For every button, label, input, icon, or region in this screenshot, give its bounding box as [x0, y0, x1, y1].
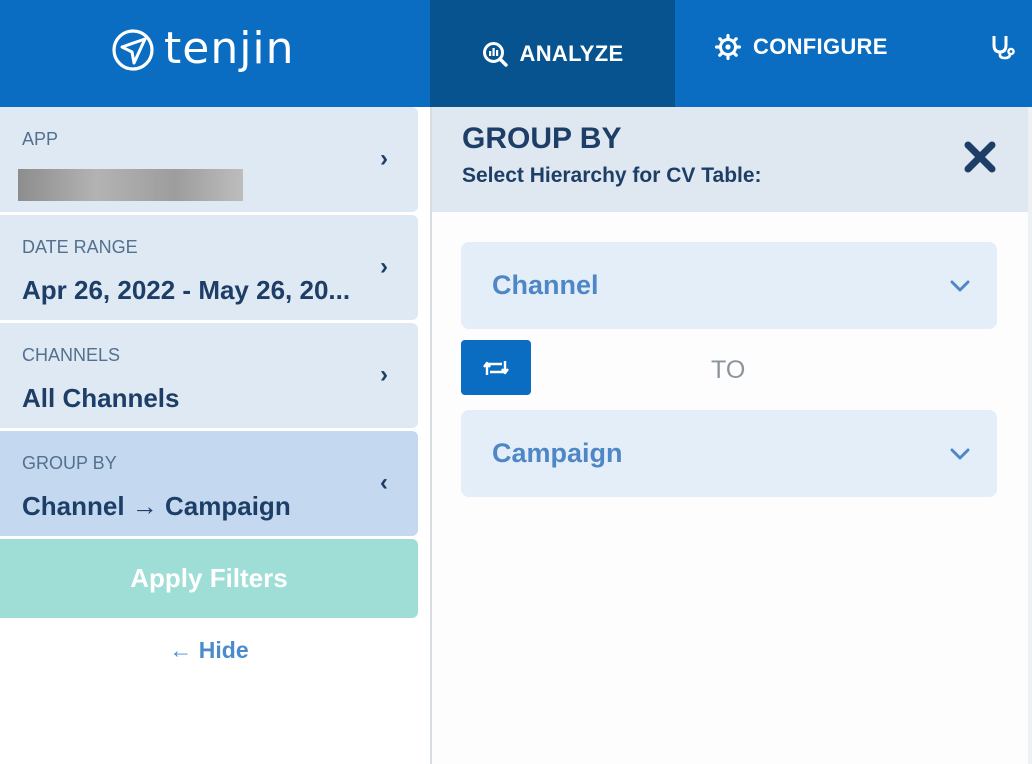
- analyze-icon: [482, 41, 508, 67]
- swap-hierarchy-button[interactable]: [461, 340, 531, 395]
- tenjin-logo[interactable]: tenjin: [110, 20, 295, 80]
- chevron-right-icon: ›: [380, 361, 388, 388]
- filter-channels-label: CHANNELS: [22, 345, 121, 365]
- redacted-app-name: [18, 169, 243, 201]
- content-edge: [1028, 107, 1032, 764]
- nav-diagnostics[interactable]: [990, 0, 1028, 94]
- chevron-down-icon: [950, 280, 970, 292]
- gear-icon: [715, 34, 741, 60]
- first-level-dropdown[interactable]: Channel: [461, 242, 997, 329]
- filter-group-by[interactable]: GROUP BY Channel → Campaign ‹: [0, 431, 418, 536]
- nav-analyze-label: ANALYZE: [519, 40, 624, 66]
- filter-app-label: APP: [22, 129, 59, 149]
- tenjin-logo-icon: [112, 29, 154, 71]
- filter-channels-value: All Channels: [22, 383, 180, 413]
- stethoscope-icon: [992, 36, 1015, 60]
- group-by-panel-header: GROUP BY Select Hierarchy for CV Table:: [432, 107, 1028, 212]
- filter-channels[interactable]: CHANNELS All Channels ›: [0, 323, 418, 428]
- filter-date-range-label: DATE RANGE: [22, 237, 138, 257]
- panel-subtitle: Select Hierarchy for CV Table:: [462, 164, 762, 187]
- chevron-right-icon: ›: [380, 253, 388, 280]
- filter-app[interactable]: APP ›: [0, 107, 418, 212]
- first-level-value: Channel: [492, 270, 599, 300]
- chevron-left-icon: ‹: [380, 469, 388, 496]
- apply-filters-button[interactable]: Apply Filters: [0, 539, 418, 618]
- top-navigation-bar: tenjin ANALYZE CONFIGURE: [0, 0, 1032, 107]
- nav-configure[interactable]: CONFIGURE: [715, 0, 888, 94]
- group-by-panel: GROUP BY Select Hierarchy for CV Table: …: [432, 107, 1028, 764]
- panel-title: GROUP BY: [462, 122, 622, 155]
- nav-analyze[interactable]: ANALYZE: [430, 0, 675, 107]
- close-icon[interactable]: [960, 137, 1000, 177]
- second-level-value: Campaign: [492, 438, 623, 468]
- filter-date-range[interactable]: DATE RANGE Apr 26, 2022 - May 26, 20... …: [0, 215, 418, 320]
- nav-configure-label: CONFIGURE: [753, 34, 888, 59]
- chevron-right-icon: ›: [380, 145, 388, 172]
- filter-sidebar: APP › DATE RANGE Apr 26, 2022 - May 26, …: [0, 107, 418, 764]
- hide-sidebar-link[interactable]: ← Hide: [0, 637, 418, 664]
- filter-group-by-label: GROUP BY: [22, 453, 117, 473]
- second-level-dropdown[interactable]: Campaign: [461, 410, 997, 497]
- logo-text: tenjin: [164, 22, 295, 74]
- chevron-down-icon: [950, 448, 970, 460]
- filter-date-range-value: Apr 26, 2022 - May 26, 20...: [22, 275, 351, 305]
- swap-icon: [483, 360, 509, 375]
- to-connector-label: TO: [711, 356, 746, 384]
- filter-group-by-value: Channel → Campaign: [22, 491, 291, 521]
